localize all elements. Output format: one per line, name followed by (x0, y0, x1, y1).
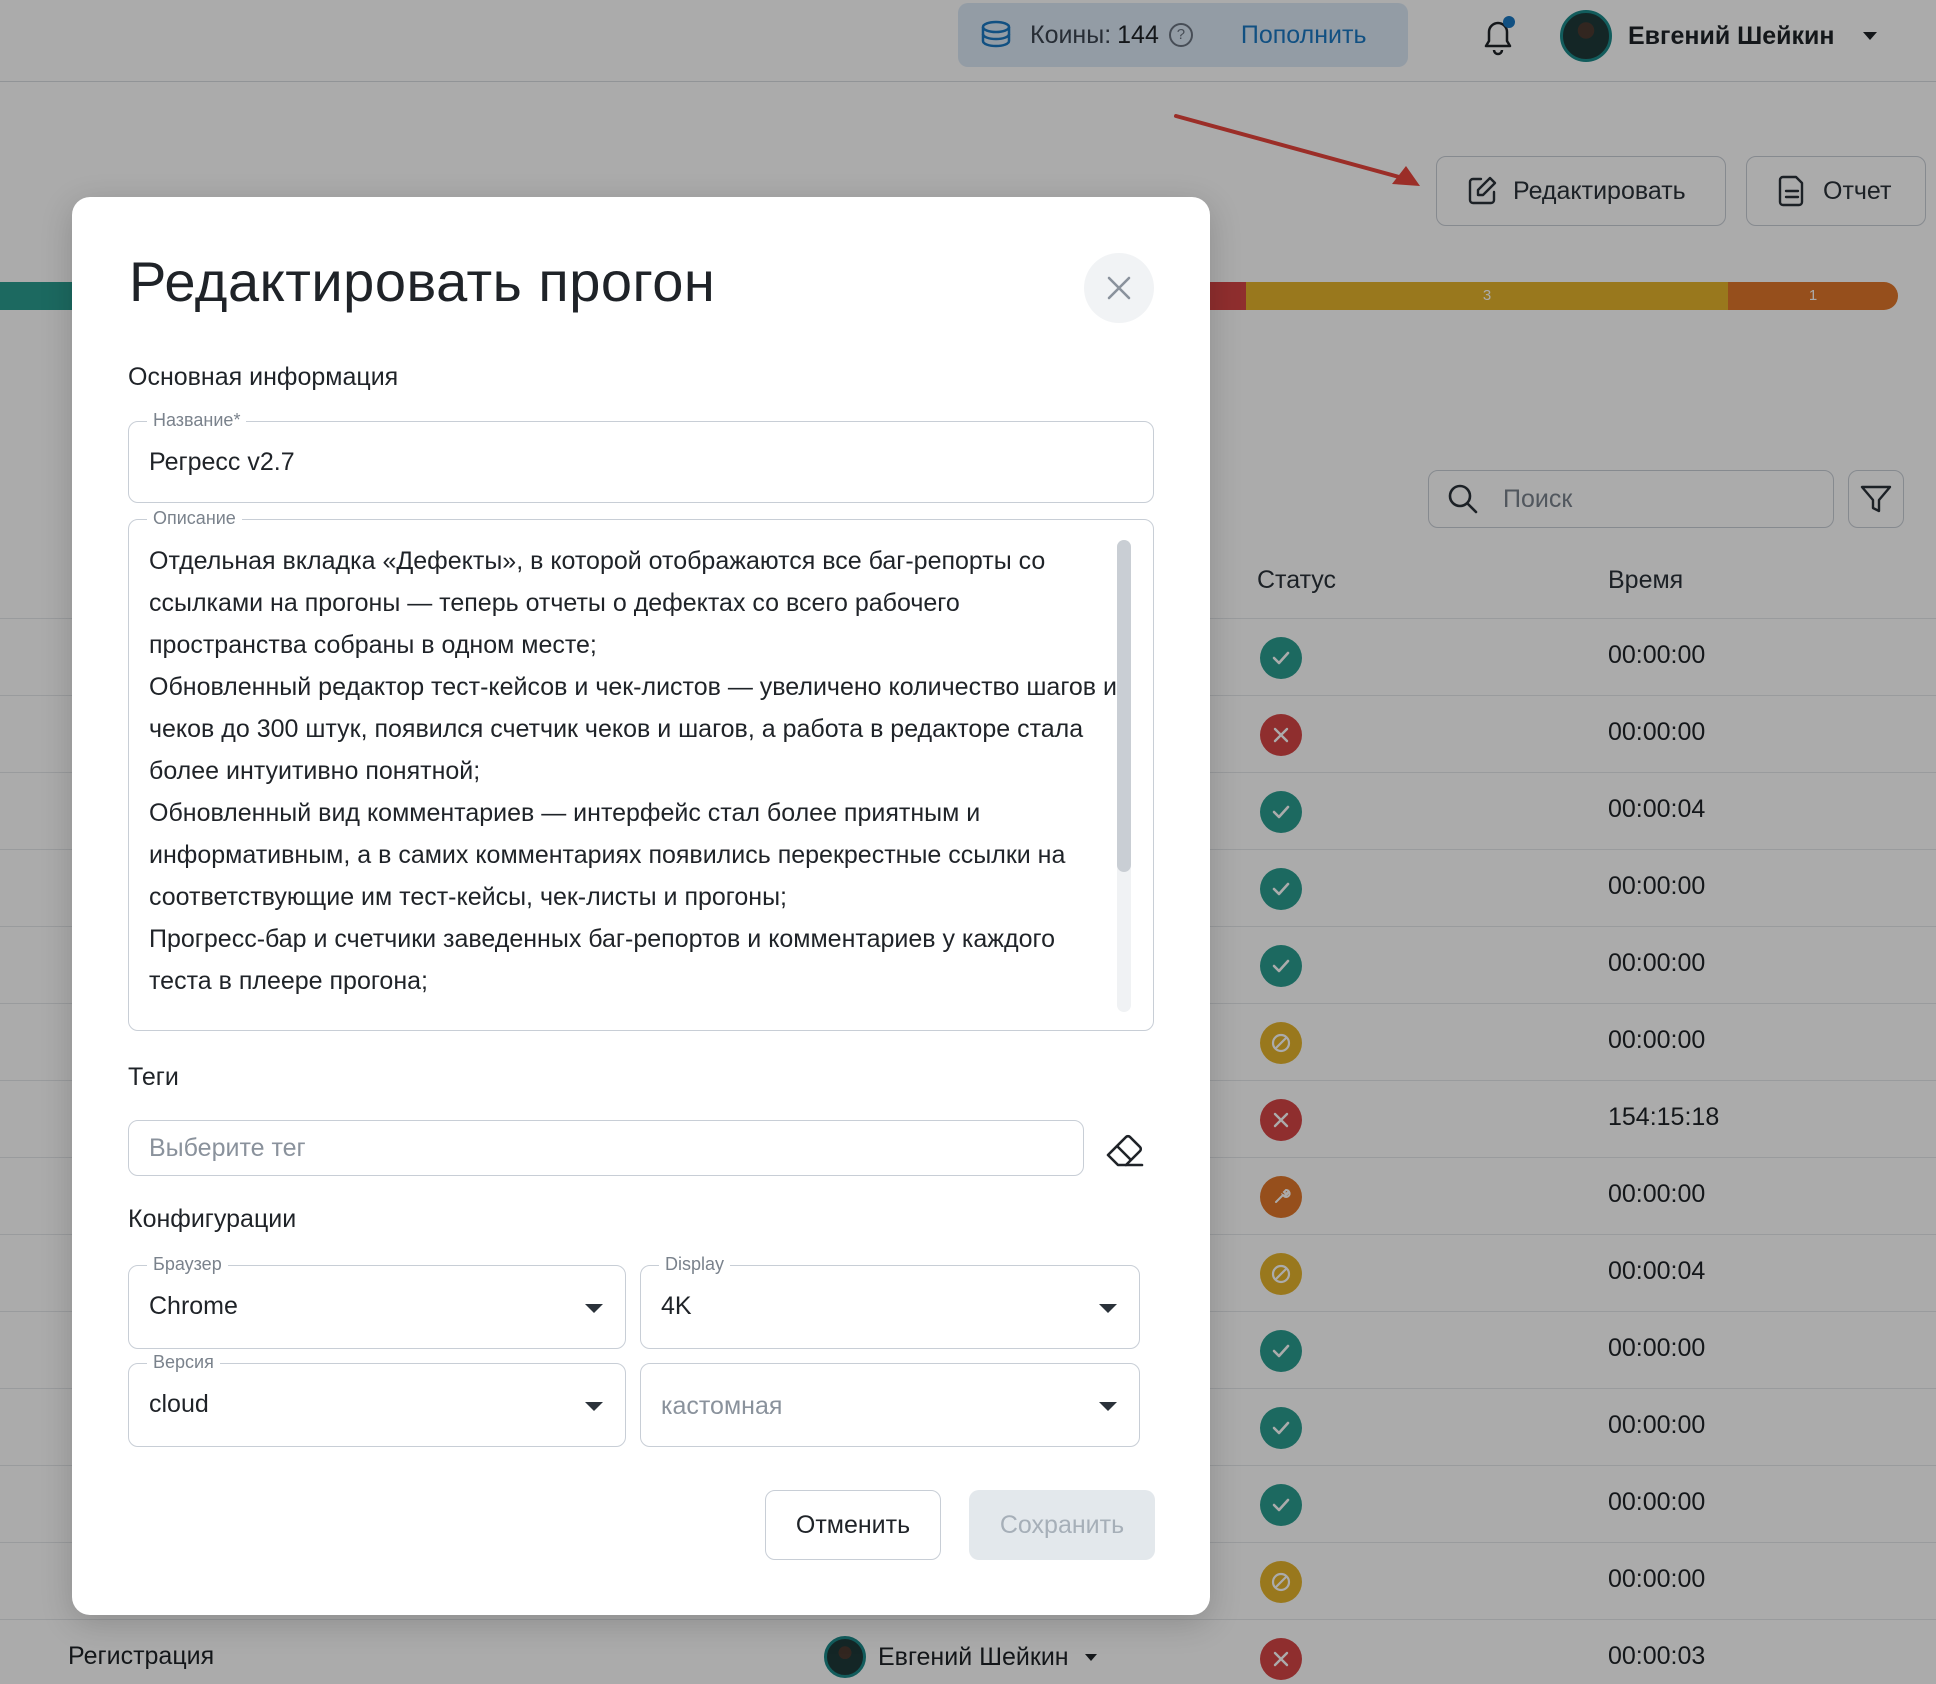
modal-title: Редактировать прогон (129, 250, 716, 313)
description-text: Отдельная вкладка «Дефекты», в которой о… (149, 540, 1119, 1002)
browser-legend: Браузер (147, 1254, 228, 1275)
description-paragraph: Прогресс-бар и счетчики заведенных баг-р… (149, 925, 1055, 995)
description-legend: Описание (147, 508, 242, 529)
version-value: cloud (149, 1390, 209, 1418)
close-button[interactable] (1084, 253, 1154, 323)
chevron-down-icon (1099, 1304, 1117, 1313)
chevron-down-icon (1099, 1402, 1117, 1411)
edit-run-modal: Редактировать прогон Основная информация… (72, 197, 1210, 1615)
tags-placeholder: Выберите тег (149, 1134, 306, 1162)
name-field[interactable]: Название* Регресс v2.7 (128, 410, 1154, 503)
description-paragraph: Отдельная вкладка «Дефекты», в которой о… (149, 547, 1046, 659)
scrollbar-thumb[interactable] (1117, 540, 1131, 872)
configs-heading: Конфигурации (128, 1205, 297, 1233)
display-value: 4K (661, 1292, 692, 1320)
browser-value: Chrome (149, 1292, 238, 1320)
eraser-icon[interactable] (1104, 1129, 1146, 1171)
display-select[interactable]: Display 4K (640, 1254, 1140, 1349)
description-paragraph: Обновленный вид комментариев — интерфейс… (149, 799, 1066, 911)
version-select[interactable]: Версия cloud (128, 1352, 626, 1447)
description-paragraph: Обновленный редактор тест-кейсов и чек-л… (149, 673, 1117, 785)
description-field[interactable]: Описание Отдельная вкладка «Дефекты», в … (128, 508, 1154, 1031)
tags-select[interactable]: Выберите тег (128, 1120, 1084, 1176)
display-legend: Display (659, 1254, 731, 1275)
description-scrollbar[interactable] (1117, 540, 1131, 1012)
basic-info-heading: Основная информация (128, 363, 399, 391)
tags-heading: Теги (128, 1063, 179, 1091)
custom-placeholder: кастомная (661, 1392, 783, 1420)
name-value: Регресс v2.7 (149, 448, 295, 476)
chevron-down-icon (585, 1304, 603, 1313)
browser-select[interactable]: Браузер Chrome (128, 1254, 626, 1349)
version-legend: Версия (147, 1352, 220, 1373)
name-legend: Название* (147, 410, 247, 431)
close-icon (1107, 276, 1131, 300)
custom-select[interactable]: кастомная (640, 1363, 1140, 1447)
save-button[interactable]: Сохранить (969, 1490, 1155, 1560)
cancel-button[interactable]: Отменить (765, 1490, 941, 1560)
chevron-down-icon (585, 1402, 603, 1411)
